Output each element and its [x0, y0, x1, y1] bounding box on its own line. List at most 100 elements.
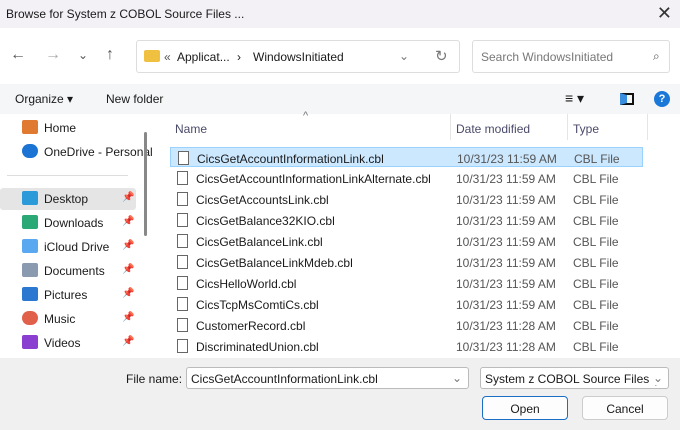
- column-header-type[interactable]: Type: [573, 122, 599, 136]
- new-folder-button[interactable]: New folder: [106, 92, 163, 106]
- preview-pane-icon[interactable]: [620, 93, 634, 105]
- file-name: CicsTcpMsComtiCs.cbl: [196, 298, 319, 312]
- title-bar: Browse for System z COBOL Source Files .…: [0, 0, 680, 28]
- pin-icon[interactable]: 📌: [122, 240, 134, 251]
- file-icon: [177, 255, 188, 269]
- breadcrumb-current[interactable]: WindowsInitiated: [253, 50, 344, 64]
- file-type: CBL File: [573, 256, 619, 270]
- pictures-icon: [22, 287, 38, 301]
- pin-icon[interactable]: 📌: [122, 288, 134, 299]
- pin-icon[interactable]: 📌: [122, 216, 134, 227]
- sidebar-item-pictures[interactable]: Pictures 📌: [0, 284, 136, 306]
- chevron-down-icon[interactable]: ⌄: [452, 371, 462, 385]
- sidebar-item-onedrive[interactable]: OneDrive - Personal: [0, 141, 152, 163]
- file-name: CicsGetAccountInformationLinkAlternate.c…: [196, 172, 431, 186]
- sidebar-item-home[interactable]: Home: [0, 117, 136, 139]
- file-row[interactable]: CicsGetAccountInformationLink.cbl 10/31/2…: [170, 147, 643, 167]
- file-type: CBL File: [573, 235, 619, 249]
- file-name: CicsGetAccountInformationLink.cbl: [197, 152, 384, 166]
- column-divider[interactable]: [450, 114, 451, 140]
- file-row[interactable]: CicsGetAccountsLink.cbl 10/31/23 11:59 AM…: [170, 189, 643, 209]
- file-name: CustomerRecord.cbl: [196, 319, 306, 333]
- file-type-value: System z COBOL Source Files (*: [485, 372, 662, 386]
- file-row[interactable]: CicsGetBalanceLinkMdeb.cbl 10/31/23 11:59…: [170, 252, 643, 272]
- file-row[interactable]: CicsTcpMsComtiCs.cbl 10/31/23 11:59 AM CBL…: [170, 294, 643, 314]
- column-header-name[interactable]: Name: [175, 122, 207, 136]
- sidebar-item-label: Music: [44, 312, 76, 326]
- sidebar-item-videos[interactable]: Videos 📌: [0, 332, 136, 354]
- file-type: CBL File: [573, 319, 619, 333]
- download-icon: [22, 215, 38, 229]
- address-dropdown-icon[interactable]: ⌄: [399, 49, 409, 63]
- up-button[interactable]: ↑: [106, 46, 114, 64]
- file-date: 10/31/23 11:59 AM: [456, 172, 556, 186]
- file-icon: [177, 297, 188, 311]
- back-button[interactable]: ←: [10, 46, 26, 64]
- file-type-select[interactable]: System z COBOL Source Files (* ⌄: [480, 367, 669, 389]
- pin-icon[interactable]: 📌: [122, 192, 134, 203]
- help-icon[interactable]: ?: [654, 91, 670, 107]
- file-icon: [177, 213, 188, 227]
- organize-button[interactable]: Organize ▾: [15, 92, 73, 106]
- file-date: 10/31/23 11:59 AM: [457, 152, 557, 166]
- breadcrumb-separator[interactable]: ›: [237, 50, 241, 64]
- file-type: CBL File: [573, 214, 619, 228]
- file-row[interactable]: DiscriminatedUnion.cbl 10/31/23 11:28 AM C…: [170, 336, 643, 356]
- file-row[interactable]: CicsGetAccountInformationLinkAlternate.c…: [170, 168, 643, 188]
- divider: [7, 175, 128, 176]
- file-name: CicsGetBalanceLinkMdeb.cbl: [196, 256, 353, 270]
- close-icon[interactable]: ✕: [657, 3, 672, 24]
- search-input[interactable]: Search WindowsInitiated: [481, 50, 613, 64]
- file-date: 10/31/23 11:59 AM: [456, 256, 556, 270]
- file-row[interactable]: CicsGetBalance32KIO.cbl 10/31/23 11:59 AM…: [170, 210, 643, 230]
- search-box[interactable]: Search WindowsInitiated ⌕: [472, 40, 670, 73]
- sidebar-scrollbar[interactable]: [144, 132, 147, 236]
- sidebar-item-icloud-drive[interactable]: iCloud Drive 📌: [0, 236, 136, 258]
- refresh-icon[interactable]: ↻: [435, 47, 448, 65]
- column-divider[interactable]: [567, 114, 568, 140]
- file-type: CBL File: [573, 193, 619, 207]
- open-button[interactable]: Open: [482, 396, 568, 420]
- file-name: CicsGetBalance32KIO.cbl: [196, 214, 335, 228]
- pin-icon[interactable]: 📌: [122, 264, 134, 275]
- file-icon: [177, 234, 188, 248]
- home-icon: [22, 120, 38, 134]
- file-type: CBL File: [573, 340, 619, 354]
- column-divider[interactable]: [647, 114, 648, 140]
- chevron-down-icon: ⌄: [653, 371, 664, 385]
- file-date: 10/31/23 11:59 AM: [456, 193, 556, 207]
- cloud-icon: [22, 144, 38, 158]
- file-list: ^ Name Date modified Type CicsGetAccount…: [153, 110, 680, 358]
- file-name: CicsGetAccountsLink.cbl: [196, 193, 329, 207]
- file-name-value[interactable]: CicsGetAccountInformationLink.cbl: [191, 372, 378, 386]
- forward-button[interactable]: →: [45, 46, 61, 64]
- recent-locations-button[interactable]: ⌄: [78, 48, 88, 62]
- file-row[interactable]: CicsHelloWorld.cbl 10/31/23 11:59 AM CBL F…: [170, 273, 643, 293]
- breadcrumb-parent[interactable]: Applicat...: [177, 50, 230, 64]
- breadcrumb-overflow[interactable]: «: [164, 50, 171, 64]
- address-bar[interactable]: « Applicat... › WindowsInitiated ⌄ ↻: [136, 40, 460, 73]
- sidebar-item-desktop[interactable]: Desktop 📌: [0, 188, 136, 210]
- file-name-input[interactable]: CicsGetAccountInformationLink.cbl ⌄: [186, 367, 469, 389]
- sidebar-item-label: Downloads: [44, 216, 104, 230]
- file-date: 10/31/23 11:59 AM: [456, 298, 556, 312]
- sidebar-item-label: Videos: [44, 336, 81, 350]
- sort-ascending-icon: ^: [303, 110, 309, 122]
- sidebar-item-label: OneDrive - Personal: [44, 145, 152, 159]
- sidebar-item-music[interactable]: Music 📌: [0, 308, 136, 330]
- pin-icon[interactable]: 📌: [122, 336, 134, 347]
- sidebar-item-label: Pictures: [44, 288, 88, 302]
- sidebar-item-downloads[interactable]: Downloads 📌: [0, 212, 136, 234]
- sidebar-item-documents[interactable]: Documents 📌: [0, 260, 136, 282]
- file-date: 10/31/23 11:28 AM: [456, 319, 556, 333]
- search-icon: ⌕: [653, 49, 660, 63]
- pin-icon[interactable]: 📌: [122, 312, 134, 323]
- view-options-button[interactable]: ≡ ▾: [565, 90, 584, 107]
- file-type: CBL File: [573, 277, 619, 291]
- file-date: 10/31/23 11:59 AM: [456, 277, 556, 291]
- column-header-date-modified[interactable]: Date modified: [456, 122, 530, 136]
- file-row[interactable]: CicsGetBalanceLink.cbl 10/31/23 11:59 AM C…: [170, 231, 643, 251]
- file-name-label: File name:: [126, 372, 183, 386]
- cancel-button[interactable]: Cancel: [582, 396, 668, 420]
- file-row[interactable]: CustomerRecord.cbl 10/31/23 11:28 AM CBL F…: [170, 315, 643, 335]
